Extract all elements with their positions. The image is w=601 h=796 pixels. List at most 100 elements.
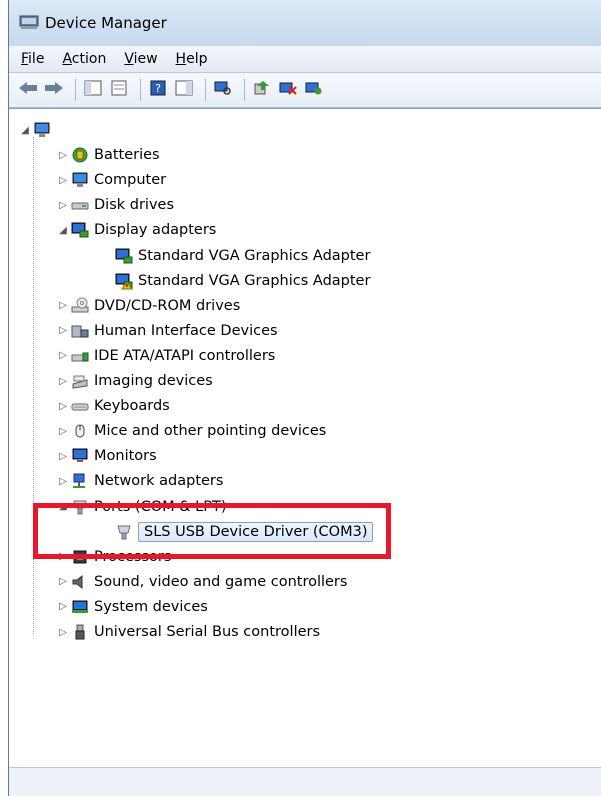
forward-button[interactable] <box>43 79 65 101</box>
monitor-icon <box>71 447 89 465</box>
disable-button[interactable] <box>277 79 299 101</box>
expand-arrow-icon[interactable]: ▷ <box>57 450 69 462</box>
tree-category[interactable]: ▷ DVD/CD-ROM drives <box>57 295 240 317</box>
toolbar-separator <box>205 79 206 101</box>
forward-icon <box>44 80 64 100</box>
tree-device-item[interactable]: Standard VGA Graphics Adapter <box>115 245 370 267</box>
tree-connector-line <box>33 137 34 635</box>
scan-hardware-icon <box>214 80 232 100</box>
tree-item-label: DVD/CD-ROM drives <box>94 297 241 314</box>
disk-drive-icon <box>71 196 89 214</box>
tree-category[interactable]: ◢ Display adapters <box>57 219 216 241</box>
update-driver-icon <box>253 80 271 100</box>
expand-arrow-icon[interactable]: ▷ <box>57 300 69 312</box>
tree-item-label: System devices <box>94 598 208 615</box>
tree-category[interactable]: ▷ IDE ATA/ATAPI controllers <box>57 345 275 367</box>
expand-arrow-icon[interactable]: ▷ <box>57 149 69 161</box>
tree-item-label: Monitors <box>94 448 157 465</box>
tree-category[interactable]: ▷ Batteries <box>57 144 160 166</box>
tree-category[interactable]: ▷ Disk drives <box>57 194 174 216</box>
toolbar-separator <box>140 79 141 101</box>
uninstall-button[interactable] <box>303 79 325 101</box>
toolbar: ? <box>9 73 601 108</box>
action-pane-button[interactable] <box>173 79 195 101</box>
svg-text:?: ? <box>155 82 161 95</box>
tree-item-label: IDE ATA/ATAPI controllers <box>94 347 276 364</box>
mouse-icon <box>71 422 89 440</box>
expand-arrow-icon[interactable]: ▷ <box>57 601 69 613</box>
menu-file[interactable]: File <box>19 49 46 69</box>
tree-item-label: Universal Serial Bus controllers <box>94 624 321 640</box>
keyboard-icon <box>71 397 89 415</box>
display-adapter-icon <box>115 272 133 290</box>
expand-arrow-icon[interactable]: ▷ <box>57 626 69 638</box>
ide-controller-icon <box>71 347 89 365</box>
toolbar-separator <box>75 79 76 101</box>
collapse-arrow-icon[interactable]: ◢ <box>57 224 69 236</box>
tree-category[interactable]: ▷ Keyboards <box>57 395 170 417</box>
expand-arrow-icon[interactable]: ▷ <box>57 576 69 588</box>
uninstall-icon <box>305 80 323 100</box>
tree-item-label: Batteries <box>94 147 160 164</box>
tree-item-label: Standard VGA Graphics Adapter <box>138 272 371 289</box>
expand-arrow-icon[interactable]: ▷ <box>57 350 69 362</box>
collapse-arrow-icon[interactable]: ◢ <box>19 124 31 136</box>
help-button[interactable]: ? <box>147 79 169 101</box>
expand-arrow-icon[interactable]: ▷ <box>57 199 69 211</box>
computer-icon <box>33 121 51 139</box>
expand-arrow-icon[interactable]: ▷ <box>57 400 69 412</box>
display-adapter-icon <box>71 221 89 239</box>
show-hide-tree-button[interactable] <box>82 79 104 101</box>
usb-icon <box>71 623 89 641</box>
tree-category[interactable]: ▷ Monitors <box>57 445 157 467</box>
device-manager-window: Device Manager File Action View Help ? ◢ ▷ Ba… <box>8 0 601 796</box>
menu-action[interactable]: Action <box>60 49 108 69</box>
tree-category[interactable]: ▷ Human Interface Devices <box>57 320 278 342</box>
battery-icon <box>71 146 89 164</box>
hid-icon <box>71 322 89 340</box>
toolbar-separator <box>244 79 245 101</box>
menu-view[interactable]: View <box>122 49 159 69</box>
back-button[interactable] <box>17 79 39 101</box>
red-highlight-annotation <box>33 503 391 559</box>
tree-device-item[interactable]: Standard VGA Graphics Adapter <box>115 270 370 292</box>
expand-arrow-icon[interactable]: ▷ <box>57 174 69 186</box>
expand-arrow-icon[interactable]: ▷ <box>57 325 69 337</box>
device-manager-icon <box>19 12 39 34</box>
display-adapter-icon <box>115 247 133 265</box>
menu-bar: File Action View Help <box>9 46 601 73</box>
device-tree[interactable]: ◢ ▷ Batteries ▷ Computer ▷ Disk drives ◢ Display… <box>9 108 601 768</box>
tree-item-label: Human Interface Devices <box>94 322 278 339</box>
window-title: Device Manager <box>45 14 167 32</box>
dvd-drive-icon <box>71 297 89 315</box>
tree-item-label: Network adapters <box>94 473 224 490</box>
tree-category[interactable]: ▷ Imaging devices <box>57 370 213 392</box>
tree-item-label: Computer <box>94 172 167 189</box>
tree-category[interactable]: ▷ Computer <box>57 169 166 191</box>
disable-icon <box>279 80 297 100</box>
tree-root[interactable]: ◢ <box>19 119 56 141</box>
expand-arrow-icon[interactable]: ▷ <box>57 375 69 387</box>
title-bar: Device Manager <box>9 0 601 46</box>
menu-help[interactable]: Help <box>174 49 210 69</box>
properties-button[interactable] <box>108 79 130 101</box>
tree-category[interactable]: ▷ Universal Serial Bus controllers <box>57 621 320 643</box>
back-icon <box>18 80 38 100</box>
tree-category[interactable]: ▷ Sound, video and game controllers <box>57 571 347 593</box>
scanner-icon <box>71 372 89 390</box>
scan-hardware-button[interactable] <box>212 79 234 101</box>
status-bar <box>9 767 601 796</box>
tree-item-label: Imaging devices <box>94 373 213 389</box>
tree-category[interactable]: ▷ Mice and other pointing devices <box>57 420 326 442</box>
tree-category[interactable]: ▷ System devices <box>57 596 208 618</box>
help-icon: ? <box>149 80 167 100</box>
action-pane-icon <box>175 80 193 100</box>
expand-arrow-icon[interactable]: ▷ <box>57 425 69 437</box>
tree-category[interactable]: ▷ Network adapters <box>57 470 223 492</box>
tree-item-label: Keyboards <box>94 398 170 415</box>
expand-arrow-icon[interactable]: ▷ <box>57 475 69 487</box>
tree-item-label: Standard VGA Graphics Adapter <box>138 247 371 264</box>
speaker-icon <box>71 573 89 591</box>
update-driver-button[interactable] <box>251 79 273 101</box>
network-adapter-icon <box>71 472 89 490</box>
